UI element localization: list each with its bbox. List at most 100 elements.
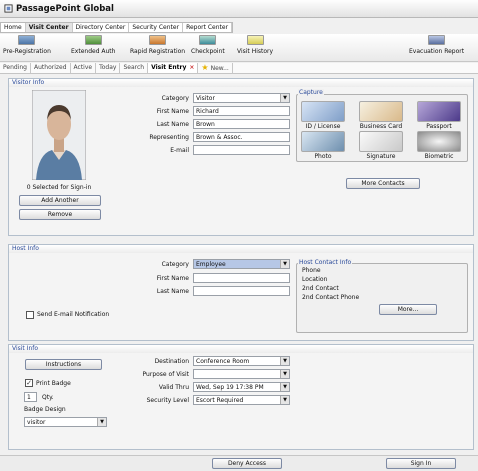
tab-active[interactable]: Active: [71, 63, 97, 73]
sign-in-button[interactable]: Sign In: [386, 458, 456, 469]
host-category-select[interactable]: Employee ▼: [193, 259, 290, 269]
capture-passport[interactable]: Passport: [417, 101, 461, 130]
menu-report-center[interactable]: Report Center: [183, 23, 233, 32]
evacuation-report-button[interactable]: Evacuation Report: [409, 35, 464, 55]
remove-button[interactable]: Remove: [19, 209, 101, 220]
print-badge-checkbox[interactable]: ✓: [25, 379, 33, 387]
send-email-label: Send E-mail Notification: [37, 311, 110, 318]
selected-count-text: 0 Selected for Sign-in: [26, 184, 92, 191]
badge-qty-field[interactable]: 1: [24, 392, 37, 402]
chevron-down-icon[interactable]: ▼: [280, 260, 289, 268]
capture-signature-label: Signature: [366, 153, 396, 160]
print-badge-label: Print Badge: [36, 380, 71, 387]
tab-today[interactable]: Today: [96, 63, 121, 73]
valid-thru-field[interactable]: Wed, Sep 19 17:38 PM ▼: [193, 382, 290, 392]
host-info-header: Host Info: [9, 245, 473, 253]
camera-icon: [301, 131, 345, 152]
valid-thru-value: Wed, Sep 19 17:38 PM: [196, 384, 264, 391]
capture-business-card[interactable]: Business Card: [359, 101, 403, 130]
capture-title: Capture: [298, 89, 324, 96]
tab-visit-entry[interactable]: Visit Entry ×: [148, 63, 199, 73]
capture-signature[interactable]: Signature: [359, 131, 403, 160]
window-title: PassagePoint Global: [16, 3, 114, 14]
destination-value: Conference Room: [196, 358, 250, 365]
footer-bar: Deny Access Sign In: [0, 455, 478, 471]
close-tab-icon[interactable]: ×: [189, 64, 194, 71]
visit-tab-bar: Pending Authorized Active Today Search V…: [0, 62, 478, 74]
rapid-registration-icon: [149, 35, 167, 45]
menu-visit-center[interactable]: Visit Center: [25, 23, 73, 32]
host-2nd-contact-phone-label: 2nd Contact Phone: [302, 294, 360, 301]
evacuation-report-icon: [428, 35, 446, 45]
host-contact-title: Host Contact Info: [298, 259, 353, 266]
instructions-button[interactable]: Instructions: [25, 359, 102, 370]
menu-security-center[interactable]: Security Center: [129, 23, 184, 32]
capture-biometric-label: Biometric: [424, 153, 454, 160]
extended-auth-button[interactable]: Extended Auth: [71, 35, 115, 55]
add-another-button[interactable]: Add Another: [19, 195, 101, 206]
visit-history-label: Visit History: [237, 48, 274, 55]
tab-pending[interactable]: Pending: [0, 63, 31, 73]
chevron-down-icon[interactable]: ▼: [97, 418, 106, 426]
pre-registration-button[interactable]: Pre-Registration: [3, 35, 51, 55]
valid-thru-label: Valid Thru: [158, 384, 189, 391]
menu-directory-center[interactable]: Directory Center: [73, 23, 130, 32]
host-info-panel: Host Info Category Employee ▼ First Name …: [8, 244, 474, 341]
destination-select[interactable]: Conference Room ▼: [193, 356, 290, 366]
chevron-down-icon[interactable]: ▼: [280, 383, 289, 391]
visit-info-panel: Visit Info Instructions ✓ Print Badge 1 …: [8, 344, 474, 450]
visitor-email-field[interactable]: [193, 145, 290, 155]
tab-search[interactable]: Search: [120, 63, 149, 73]
pre-registration-icon: [18, 35, 36, 45]
visitor-last-name-label: Last Name: [156, 121, 189, 128]
host-last-name-field[interactable]: [193, 286, 290, 296]
destination-label: Destination: [154, 358, 189, 365]
tab-new-label: New...: [210, 64, 229, 72]
deny-access-button[interactable]: Deny Access: [212, 458, 282, 469]
visitor-info-header: Visitor Info: [9, 79, 473, 87]
badge-design-label: Badge Design: [24, 406, 66, 413]
badge-design-select[interactable]: visitor ▼: [24, 417, 107, 427]
send-email-checkbox[interactable]: [26, 311, 34, 319]
host-more-button[interactable]: More...: [379, 304, 437, 315]
tab-visit-entry-label: Visit Entry: [151, 64, 187, 71]
visitor-first-name-label: First Name: [156, 108, 189, 115]
visitor-category-label: Category: [161, 95, 189, 102]
capture-photo[interactable]: Photo: [301, 131, 345, 160]
host-last-name-label: Last Name: [156, 288, 189, 295]
visit-info-header: Visit Info: [9, 345, 473, 353]
visitor-category-value: Visitor: [196, 95, 215, 102]
host-category-value: Employee: [196, 261, 226, 268]
rapid-registration-button[interactable]: Rapid Registration: [130, 35, 185, 55]
menu-home[interactable]: Home: [1, 23, 26, 32]
capture-biometric[interactable]: Biometric: [417, 131, 461, 160]
more-contacts-button[interactable]: More Contacts: [346, 178, 420, 189]
capture-id-license[interactable]: ID / License: [301, 101, 345, 130]
pre-registration-label: Pre-Registration: [3, 48, 51, 55]
host-category-label: Category: [161, 261, 189, 268]
id-card-icon: [301, 101, 345, 122]
passport-icon: [417, 101, 461, 122]
visit-history-button[interactable]: Visit History: [237, 35, 273, 55]
visitor-last-name-field[interactable]: Brown: [193, 119, 290, 129]
capture-passport-label: Passport: [426, 123, 452, 130]
representing-field[interactable]: Brown & Assoc.: [193, 132, 290, 142]
star-icon: ★: [201, 62, 209, 72]
chevron-down-icon[interactable]: ▼: [280, 396, 289, 404]
security-level-select[interactable]: Escort Required ▼: [193, 395, 290, 405]
capture-id-label: ID / License: [305, 123, 341, 130]
tab-authorized[interactable]: Authorized: [31, 63, 71, 73]
tab-new[interactable]: ★ New...: [198, 62, 233, 74]
chevron-down-icon[interactable]: ▼: [280, 94, 289, 102]
purpose-select[interactable]: ▼: [193, 369, 290, 379]
chevron-down-icon[interactable]: ▼: [280, 357, 289, 365]
extended-auth-icon: [84, 35, 102, 45]
visitor-first-name-field[interactable]: Richard: [193, 106, 290, 116]
visitor-category-select[interactable]: Visitor ▼: [193, 93, 290, 103]
host-first-name-field[interactable]: [193, 273, 290, 283]
extended-auth-label: Extended Auth: [71, 48, 116, 55]
checkpoint-button[interactable]: Checkpoint: [191, 35, 225, 55]
security-level-value: Escort Required: [196, 397, 244, 404]
host-2nd-contact-label: 2nd Contact: [302, 285, 339, 292]
chevron-down-icon[interactable]: ▼: [280, 370, 289, 378]
